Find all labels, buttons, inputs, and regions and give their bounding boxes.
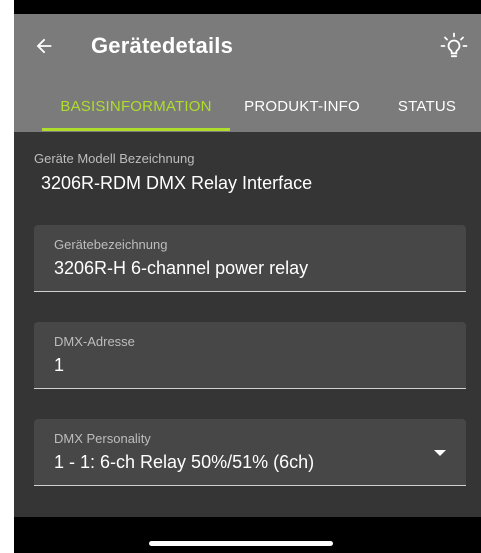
tab-status[interactable]: STATUS bbox=[382, 80, 472, 132]
model-value: 3206R-RDM DMX Relay Interface bbox=[41, 173, 313, 193]
device-details-form: Geräte Modell Bezeichnung 3206R-RDM DMX … bbox=[14, 132, 481, 517]
dmx-address-field[interactable]: DMX-Adresse 1 bbox=[34, 322, 466, 389]
phone-screen: Gerätedetails BASISINFORMATION PRODUKT-I… bbox=[14, 0, 481, 553]
tab-produkt-info[interactable]: PRODUKT-INFO bbox=[232, 80, 372, 132]
device-name-label: Gerätebezeichnung bbox=[54, 237, 168, 252]
navigation-bar bbox=[14, 517, 481, 553]
tab-basisinformation[interactable]: BASISINFORMATION bbox=[42, 80, 230, 132]
identify-button[interactable] bbox=[438, 30, 470, 62]
model-label: Geräte Modell Bezeichnung bbox=[34, 151, 195, 166]
dmx-personality-select[interactable]: DMX Personality 1 - 1: 6-ch Relay 50%/51… bbox=[34, 419, 466, 486]
device-name-field[interactable]: Gerätebezeichnung 3206R-H 6-channel powe… bbox=[34, 225, 466, 292]
back-button[interactable] bbox=[30, 32, 58, 60]
dmx-address-value: 1 bbox=[54, 355, 65, 375]
status-bar bbox=[14, 0, 481, 14]
active-tab-indicator bbox=[42, 128, 230, 131]
device-name-value: 3206R-H 6-channel power relay bbox=[54, 258, 309, 278]
arrow-left-icon bbox=[36, 38, 52, 54]
tab-bar: BASISINFORMATION PRODUKT-INFO STATUS bbox=[14, 80, 481, 132]
dmx-personality-value: 1 - 1: 6-ch Relay 50%/51% (6ch) bbox=[54, 452, 315, 472]
app-bar: Gerätedetails BASISINFORMATION PRODUKT-I… bbox=[14, 14, 481, 132]
caret-down-icon bbox=[434, 450, 446, 456]
lightbulb-icon bbox=[440, 32, 468, 58]
dmx-address-label: DMX-Adresse bbox=[54, 334, 135, 349]
page-title: Gerätedetails bbox=[91, 33, 234, 58]
dmx-personality-label: DMX Personality bbox=[54, 431, 151, 446]
home-indicator[interactable] bbox=[149, 541, 333, 546]
